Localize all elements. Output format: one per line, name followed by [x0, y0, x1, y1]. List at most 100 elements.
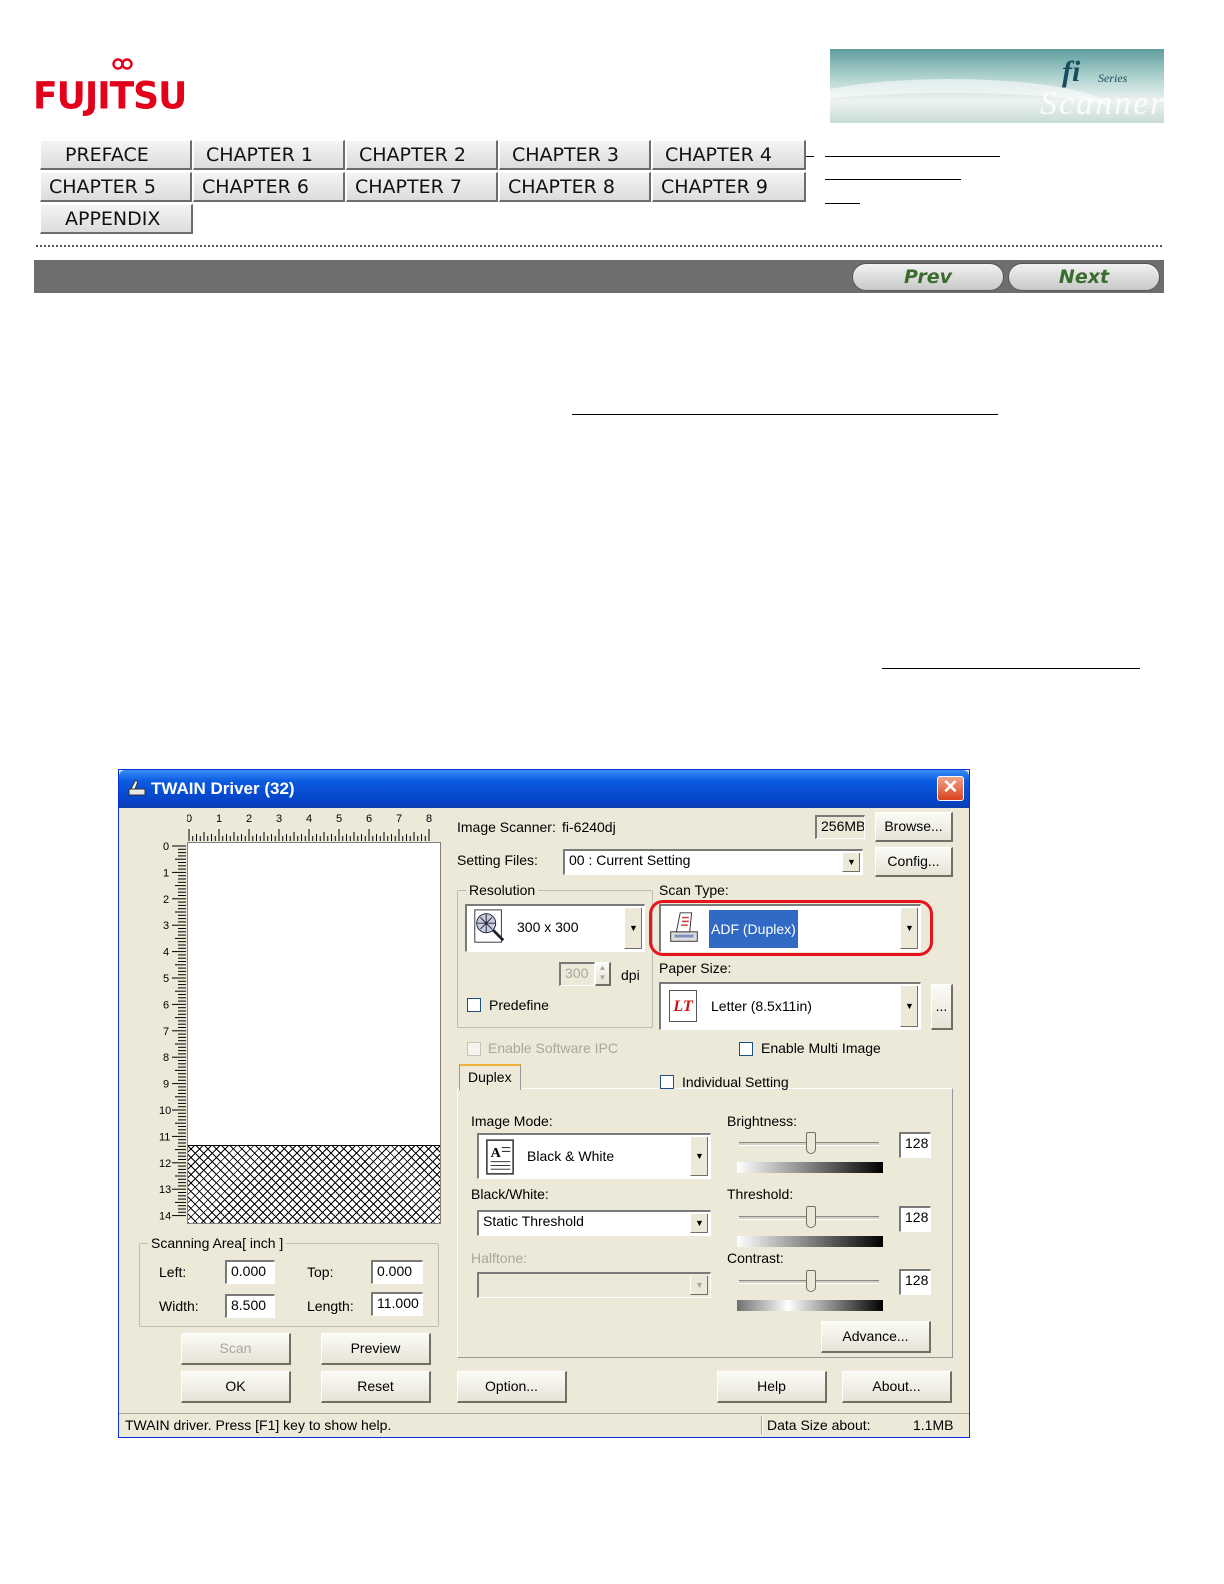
nav-preface[interactable]: PREFACE — [40, 140, 192, 170]
reset-button[interactable]: Reset — [321, 1371, 431, 1403]
ruler-h-label: 5 — [336, 813, 342, 825]
title-bar[interactable]: TWAIN Driver (32) ✕ — [119, 770, 969, 808]
nav-chapter-5[interactable]: CHAPTER 5 — [40, 172, 192, 202]
top-label: Top: — [307, 1264, 334, 1280]
image-mode-select[interactable]: A Black & White — [477, 1133, 711, 1179]
ruler-v-label: 6 — [163, 999, 169, 1011]
help-button[interactable]: Help — [717, 1371, 827, 1403]
letter-paper-icon: LT — [669, 990, 697, 1022]
ruler-v-label: 5 — [163, 973, 169, 985]
scan-button[interactable]: Scan — [181, 1333, 291, 1365]
data-size-label: Data Size about: — [767, 1417, 871, 1433]
advance-button[interactable]: Advance... — [821, 1321, 931, 1353]
about-button[interactable]: About... — [842, 1371, 952, 1403]
brightness-label: Brightness: — [727, 1113, 798, 1129]
ruler-h-label: 3 — [276, 813, 282, 825]
predefine-checkbox[interactable] — [467, 998, 481, 1012]
browse-button[interactable]: Browse... — [875, 812, 953, 842]
brightness-input[interactable]: 128 — [899, 1132, 931, 1158]
chevron-down-icon[interactable] — [624, 908, 642, 949]
length-label: Length: — [307, 1298, 354, 1314]
contrast-label: Contrast: — [727, 1250, 784, 1266]
brightness-slider-thumb[interactable] — [806, 1132, 816, 1154]
custom-dpi-input[interactable]: 300 — [559, 962, 595, 986]
nav-chapter-7[interactable]: CHAPTER 7 — [346, 172, 498, 202]
side-link-connector — [806, 156, 814, 157]
nav-chapter-8[interactable]: CHAPTER 8 — [499, 172, 651, 202]
chevron-down-icon[interactable] — [842, 853, 860, 872]
halftone-select[interactable] — [477, 1272, 711, 1298]
setting-files-label: Setting Files: — [457, 852, 538, 868]
ruler-v-label: 9 — [163, 1079, 169, 1091]
nav-chapter-4[interactable]: CHAPTER 4 — [652, 140, 806, 170]
body-link-2[interactable] — [882, 668, 1140, 669]
resolution-title: Resolution — [466, 882, 539, 898]
individual-setting-label: Individual Setting — [682, 1074, 789, 1090]
preview-button[interactable]: Preview — [321, 1333, 431, 1365]
width-input[interactable]: 8.500 — [225, 1294, 275, 1318]
left-input[interactable]: 0.000 — [225, 1260, 275, 1284]
tab-duplex[interactable]: Duplex — [459, 1064, 521, 1090]
ruler-v-label: 4 — [163, 947, 169, 959]
chevron-down-icon[interactable] — [690, 1214, 708, 1233]
option-button[interactable]: Option... — [457, 1371, 567, 1403]
dpi-unit: dpi — [621, 967, 640, 983]
threshold-input[interactable]: 128 — [899, 1206, 931, 1232]
contrast-slider-thumb[interactable] — [806, 1270, 816, 1292]
side-link-1[interactable] — [825, 156, 1000, 157]
paper-size-select[interactable]: LT Letter (8.5x11in) — [659, 982, 921, 1030]
prev-button[interactable]: Prev — [852, 263, 1004, 291]
resolution-icon — [474, 909, 505, 943]
enable-multi-label: Enable Multi Image — [761, 1040, 881, 1056]
length-input[interactable]: 11.000 — [371, 1292, 423, 1316]
close-icon[interactable]: ✕ — [937, 776, 964, 801]
chevron-down-icon[interactable] — [900, 986, 918, 1027]
scan-preview-area[interactable] — [187, 842, 441, 1224]
ruler-v-label: 8 — [163, 1052, 169, 1064]
contrast-input[interactable]: 128 — [899, 1269, 931, 1295]
horizontal-ruler: 0 1 2 3 4 5 6 7 8 — [187, 813, 432, 841]
chevron-down-icon[interactable] — [690, 1276, 708, 1295]
image-mode-value: Black & White — [527, 1148, 615, 1164]
paper-size-more-button[interactable]: ... — [931, 984, 953, 1030]
brightness-gradient — [737, 1162, 883, 1173]
ruler-v-label: 11 — [159, 1131, 170, 1143]
side-link-3[interactable] — [825, 203, 860, 204]
width-label: Width: — [159, 1298, 199, 1314]
resolution-value: 300 x 300 — [517, 919, 579, 935]
chevron-down-icon[interactable] — [690, 1137, 708, 1176]
enable-multi-checkbox[interactable] — [739, 1042, 753, 1056]
ruler-v-label: 0 — [163, 842, 169, 853]
nav-chapter-2[interactable]: CHAPTER 2 — [346, 140, 498, 170]
enable-ipc-checkbox[interactable] — [467, 1042, 481, 1056]
data-size-value: 1.1MB — [913, 1417, 954, 1433]
nav-chapter-3[interactable]: CHAPTER 3 — [499, 140, 651, 170]
highlight-circle — [649, 900, 933, 956]
nav-chapter-6[interactable]: CHAPTER 6 — [193, 172, 345, 202]
black-white-select[interactable]: Static Threshold — [477, 1210, 711, 1236]
left-label: Left: — [159, 1264, 187, 1280]
nav-chapter-1[interactable]: CHAPTER 1 — [193, 140, 345, 170]
paper-size-label: Paper Size: — [659, 960, 732, 976]
scanning-area-title: Scanning Area[ inch ] — [148, 1235, 287, 1251]
nav-chapter-9[interactable]: CHAPTER 9 — [652, 172, 806, 202]
twain-driver-dialog: TWAIN Driver (32) ✕ 012345678 0123456789… — [118, 769, 970, 1438]
setting-files-select[interactable]: 00 : Current Setting — [563, 849, 863, 875]
ok-button[interactable]: OK — [181, 1371, 291, 1403]
dpi-spinner[interactable]: ▲ ▼ — [595, 962, 611, 986]
top-input[interactable]: 0.000 — [371, 1260, 423, 1284]
nav-appendix[interactable]: APPENDIX — [40, 204, 193, 234]
side-link-2[interactable] — [825, 179, 961, 180]
individual-setting-checkbox[interactable] — [660, 1075, 674, 1089]
banner-scanner-text: Scanner — [1040, 85, 1164, 122]
status-bar: TWAIN driver. Press [F1] key to show hel… — [119, 1413, 969, 1437]
ruler-h-label: 4 — [306, 813, 312, 825]
config-button[interactable]: Config... — [875, 847, 953, 877]
next-button[interactable]: Next — [1008, 263, 1160, 291]
threshold-slider-thumb[interactable] — [806, 1206, 816, 1228]
resolution-select[interactable]: 300 x 300 — [465, 904, 645, 952]
image-scanner-value: fi-6240dj — [562, 819, 616, 835]
enable-ipc-label: Enable Software IPC — [488, 1040, 618, 1056]
body-link-1[interactable] — [572, 414, 998, 415]
predefine-label: Predefine — [489, 997, 549, 1013]
